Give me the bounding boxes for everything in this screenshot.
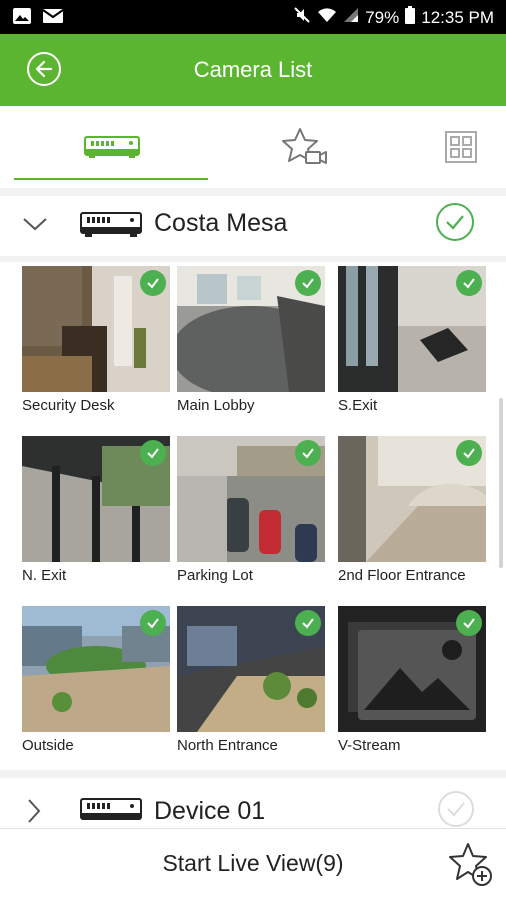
camera-grid: Security Desk Main Lobby S.Exit N. Exit … xyxy=(0,262,506,770)
camera-name: V-Stream xyxy=(338,737,401,754)
selected-check-icon xyxy=(456,610,482,636)
camera-name: Security Desk xyxy=(22,397,115,414)
camera-name: Outside xyxy=(22,737,74,754)
device-name: Device 01 xyxy=(154,797,266,825)
camera-tile[interactable]: Parking Lot xyxy=(177,436,325,584)
camera-thumbnail xyxy=(22,266,170,392)
app-bar: Camera List xyxy=(0,34,506,106)
camera-name: Main Lobby xyxy=(177,397,255,414)
camera-thumbnail xyxy=(177,266,325,392)
add-favorite-icon[interactable] xyxy=(448,841,494,887)
camera-thumbnail xyxy=(338,436,486,562)
star-camera-icon xyxy=(282,128,327,164)
status-bar: 79% 12:35 PM xyxy=(0,0,506,34)
camera-name: Parking Lot xyxy=(177,567,253,584)
device-group-device-01[interactable]: Device 01 xyxy=(0,778,506,828)
tab-bar xyxy=(0,106,506,188)
mail-icon xyxy=(42,7,64,30)
camera-tile[interactable]: Security Desk xyxy=(22,266,170,414)
battery-text: 79% xyxy=(365,7,400,27)
selected-check-icon xyxy=(456,270,482,296)
selected-check-icon xyxy=(295,610,321,636)
selected-check-icon xyxy=(295,440,321,466)
camera-tile[interactable]: S.Exit xyxy=(338,266,486,414)
nvr-device-icon xyxy=(80,212,142,237)
device-select-check-icon[interactable] xyxy=(437,790,475,828)
camera-thumbnail xyxy=(338,266,486,392)
camera-name: 2nd Floor Entrance xyxy=(338,567,466,584)
battery-icon xyxy=(405,6,416,29)
start-live-view-button[interactable]: Start Live View(9) xyxy=(0,850,506,877)
nvr-device-icon xyxy=(84,136,140,158)
tab-favorites[interactable] xyxy=(221,106,389,188)
selected-check-icon xyxy=(140,610,166,636)
active-tab-indicator xyxy=(14,178,208,180)
grid-view-icon xyxy=(445,131,477,163)
page-title: Camera List xyxy=(193,57,313,82)
device-group-costa-mesa[interactable]: Costa Mesa xyxy=(0,196,506,256)
group-select-check-icon[interactable] xyxy=(435,202,475,242)
selected-check-icon xyxy=(456,440,482,466)
image-icon xyxy=(12,7,32,30)
wifi-icon xyxy=(317,6,337,29)
camera-tile[interactable]: V-Stream xyxy=(338,606,486,754)
tab-grid-view[interactable] xyxy=(377,106,506,188)
camera-tile[interactable]: 2nd Floor Entrance xyxy=(338,436,486,584)
chevron-right-icon[interactable] xyxy=(26,798,42,824)
nvr-device-icon xyxy=(80,798,142,820)
tab-devices[interactable] xyxy=(28,106,196,188)
camera-tile[interactable]: North Entrance xyxy=(177,606,325,754)
camera-thumbnail xyxy=(22,606,170,732)
scrollbar[interactable] xyxy=(499,398,503,568)
camera-thumbnail xyxy=(177,436,325,562)
signal-icon xyxy=(343,6,359,29)
camera-name: S.Exit xyxy=(338,397,378,414)
camera-name: N. Exit xyxy=(22,567,67,584)
bottom-bar: Start Live View(9) xyxy=(0,828,506,900)
selected-check-icon xyxy=(140,270,166,296)
chevron-down-icon[interactable] xyxy=(22,216,48,232)
camera-thumbnail xyxy=(338,606,486,732)
selected-check-icon xyxy=(140,440,166,466)
camera-name: North Entrance xyxy=(177,737,278,754)
group-name: Costa Mesa xyxy=(154,209,288,237)
mute-icon xyxy=(293,6,311,29)
camera-tile[interactable]: Main Lobby xyxy=(177,266,325,414)
selected-check-icon xyxy=(295,270,321,296)
camera-tile[interactable]: Outside xyxy=(22,606,170,754)
camera-thumbnail xyxy=(177,606,325,732)
camera-thumbnail xyxy=(22,436,170,562)
camera-tile[interactable]: N. Exit xyxy=(22,436,170,584)
clock: 12:35 PM xyxy=(421,7,494,27)
